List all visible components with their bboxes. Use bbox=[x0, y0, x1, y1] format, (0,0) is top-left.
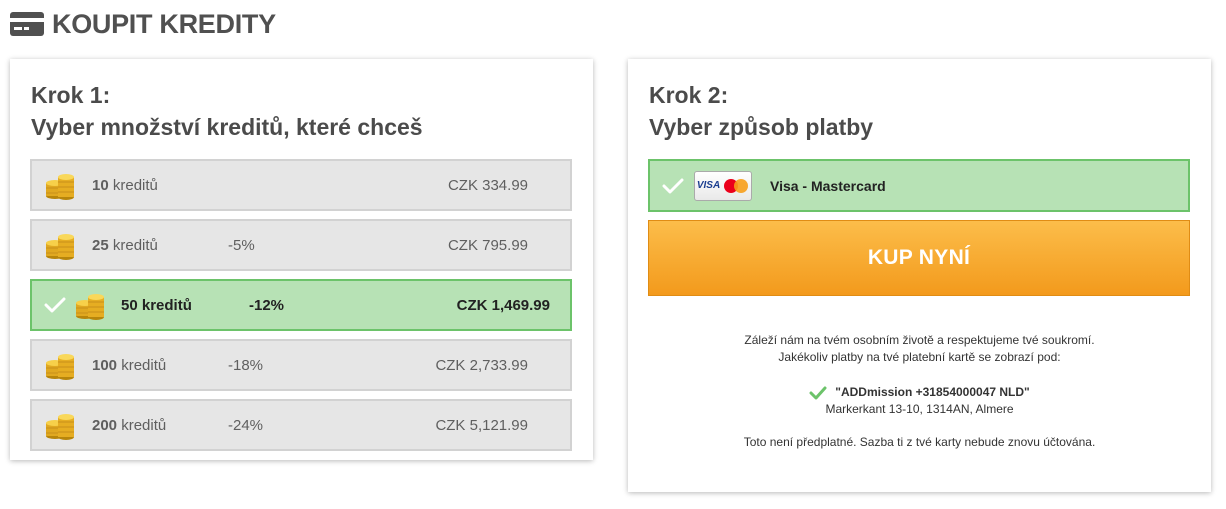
package-price: CZK 2,733.99 bbox=[435, 356, 528, 374]
package-discount: -5% bbox=[228, 236, 255, 254]
subscription-note: Toto není předplatné. Sazba ti z tvé kar… bbox=[743, 435, 1096, 449]
package-amount-unit: kreditů bbox=[121, 356, 167, 374]
step1-panel: Krok 1: Vyber množství kreditů, které ch… bbox=[10, 59, 593, 460]
package-amount-unit: kreditů bbox=[121, 416, 167, 434]
coins-icon bbox=[44, 229, 76, 261]
package-amount: 25 kreditů bbox=[92, 237, 158, 254]
package-amount-unit: kreditů bbox=[141, 296, 192, 314]
check-icon bbox=[42, 296, 68, 314]
package-discount: -12% bbox=[249, 296, 285, 314]
package-amount-number: 200 bbox=[92, 416, 118, 434]
package-discount: -24% bbox=[228, 416, 264, 434]
package-amount: 10 kreditů bbox=[92, 177, 158, 194]
privacy-line-1: Záleží nám na tvém osobním životě a resp… bbox=[744, 333, 1095, 347]
credit-package-200[interactable]: 200 kreditů -24% CZK 5,121.99 bbox=[30, 399, 572, 451]
page-header: KOUPIT KREDITY bbox=[10, 6, 276, 42]
payment-method-label: Visa - Mastercard bbox=[770, 177, 886, 194]
merchant-address: Markerkant 13-10, 1314AN, Almere bbox=[825, 402, 1014, 416]
package-amount-number: 50 bbox=[121, 296, 138, 314]
package-amount-number: 100 bbox=[92, 356, 118, 374]
package-amount-unit: kreditů bbox=[112, 176, 158, 194]
payment-option-visa-mastercard[interactable]: VISA Visa - Mastercard bbox=[648, 159, 1190, 212]
check-icon bbox=[660, 177, 686, 195]
credit-package-100[interactable]: 100 kreditů -18% CZK 2,733.99 bbox=[30, 339, 572, 391]
package-price: CZK 1,469.99 bbox=[456, 296, 550, 314]
step2-number: Krok 2: bbox=[649, 82, 729, 108]
merchant-descriptor: "ADDmission +31854000047 NLD" Markerkant… bbox=[628, 384, 1211, 418]
page-title: KOUPIT KREDITY bbox=[52, 8, 276, 39]
package-price: CZK 795.99 bbox=[447, 236, 528, 254]
step2-panel: Krok 2: Vyber způsob platby VISA Visa - … bbox=[628, 59, 1211, 492]
check-icon bbox=[809, 386, 827, 399]
step1-number: Krok 1: bbox=[31, 82, 111, 108]
package-discount: -18% bbox=[228, 356, 264, 374]
coins-icon bbox=[44, 349, 76, 381]
package-amount: 200 kreditů bbox=[92, 417, 166, 434]
coins-icon bbox=[44, 409, 76, 441]
package-price: CZK 5,121.99 bbox=[435, 416, 528, 434]
visa-logo-text: VISA bbox=[696, 180, 721, 191]
package-amount: 100 kreditů bbox=[92, 357, 166, 374]
step1-heading: Krok 1: Vyber množství kreditů, které ch… bbox=[31, 79, 423, 143]
credit-package-25[interactable]: 25 kreditů -5% CZK 795.99 bbox=[30, 219, 572, 271]
step1-instruction: Vyber množství kreditů, které chceš bbox=[31, 114, 423, 140]
package-amount-number: 25 bbox=[92, 236, 109, 254]
merchant-name: "ADDmission +31854000047 NLD" bbox=[835, 385, 1030, 399]
visa-mastercard-logo-icon: VISA bbox=[694, 170, 752, 201]
credit-card-icon bbox=[10, 12, 44, 36]
package-amount-number: 10 bbox=[92, 176, 109, 194]
coins-icon bbox=[44, 169, 76, 201]
privacy-notice: Záleží nám na tvém osobním životě a resp… bbox=[628, 332, 1211, 366]
credit-package-50[interactable]: 50 kreditů -12% CZK 1,469.99 bbox=[30, 279, 572, 331]
mastercard-logo-icon bbox=[724, 178, 749, 193]
step2-instruction: Vyber způsob platby bbox=[649, 114, 874, 140]
package-amount-unit: kreditů bbox=[112, 236, 158, 254]
step2-heading: Krok 2: Vyber způsob platby bbox=[649, 79, 873, 143]
package-price: CZK 334.99 bbox=[447, 176, 528, 194]
buy-now-button[interactable]: KUP NYNÍ bbox=[648, 220, 1190, 296]
privacy-line-2: Jakékoliv platby na tvé platební kartě s… bbox=[778, 350, 1061, 364]
credit-package-10[interactable]: 10 kreditů CZK 334.99 bbox=[30, 159, 572, 211]
package-amount: 50 kreditů bbox=[121, 297, 192, 314]
coins-icon bbox=[74, 289, 106, 321]
